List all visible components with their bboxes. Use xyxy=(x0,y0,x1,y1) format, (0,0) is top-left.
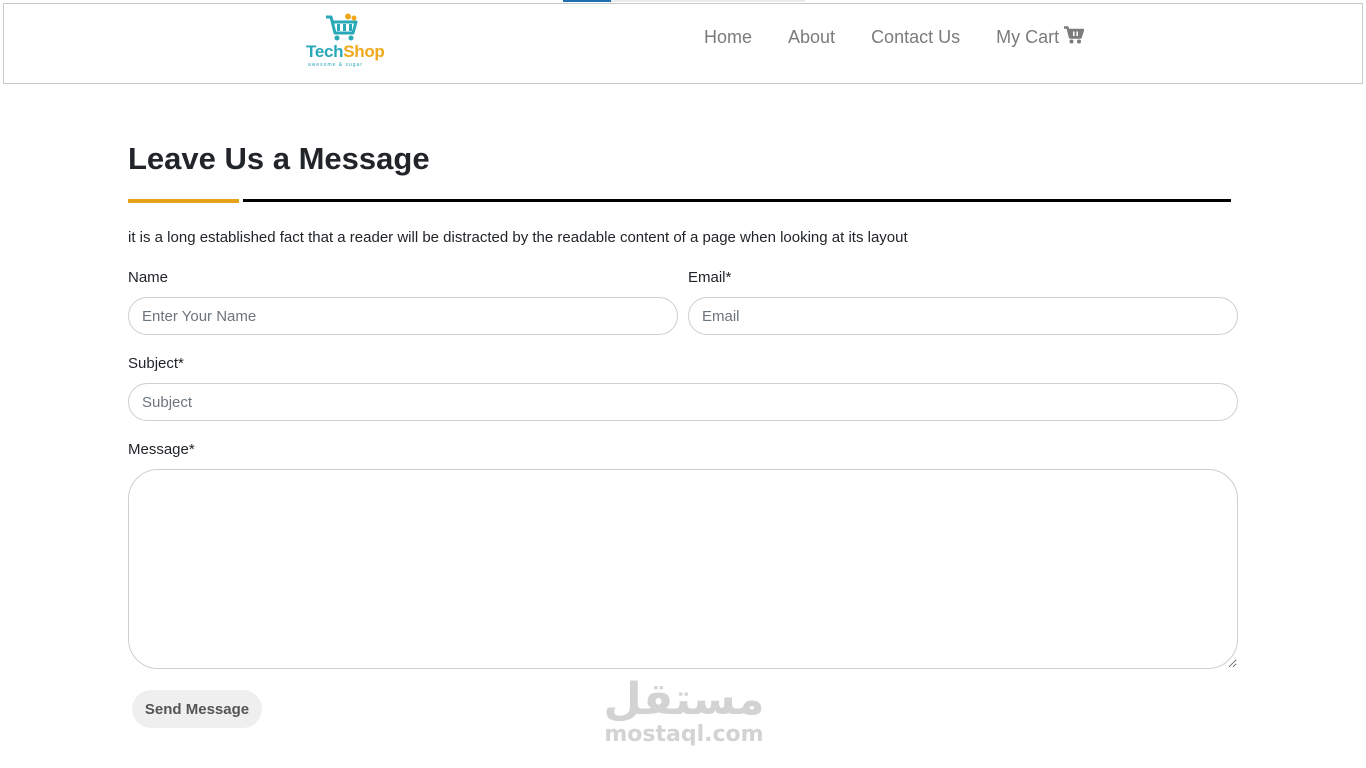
navbar: TechShop awesome & sugar Home About Cont… xyxy=(3,3,1363,84)
subject-input[interactable] xyxy=(128,383,1238,421)
name-label: Name xyxy=(128,269,169,286)
page-title: Leave Us a Message xyxy=(128,141,430,176)
watermark-arabic: مستقل xyxy=(603,674,765,725)
watermark: مستقل mostaql.com xyxy=(598,672,770,746)
title-underline xyxy=(128,199,1231,203)
nav-contact-link[interactable]: Contact Us xyxy=(871,27,960,48)
send-message-button[interactable]: Send Message xyxy=(132,690,262,728)
email-label: Email* xyxy=(688,269,732,286)
nav-home-link[interactable]: Home xyxy=(704,27,752,48)
brand-name: TechShop xyxy=(306,42,385,61)
nav-about-link[interactable]: About xyxy=(788,27,835,48)
name-input[interactable] xyxy=(128,297,678,335)
contact-section: Leave Us a Message it is a long establis… xyxy=(128,140,1238,728)
watermark-latin: mostaql.com xyxy=(604,722,764,747)
subject-label: Subject* xyxy=(128,355,184,372)
main-nav: Home About Contact Us My Cart xyxy=(704,26,1085,49)
cart-icon xyxy=(1064,26,1085,49)
email-input[interactable] xyxy=(688,297,1238,335)
shopping-cart-logo-icon xyxy=(326,13,358,41)
page: TechShop awesome & sugar Home About Cont… xyxy=(0,0,1366,768)
title-underline-rule xyxy=(243,199,1231,202)
scroll-progress xyxy=(563,0,805,2)
brand-logo[interactable]: TechShop awesome & sugar xyxy=(304,13,385,69)
brand-tagline: awesome & sugar xyxy=(308,62,364,68)
title-underline-accent xyxy=(128,199,239,203)
intro-text: it is a long established fact that a rea… xyxy=(128,229,908,246)
message-label: Message* xyxy=(128,441,195,458)
nav-cart-label: My Cart xyxy=(996,27,1060,47)
nav-cart-link[interactable]: My Cart xyxy=(996,26,1085,49)
message-textarea[interactable] xyxy=(128,469,1238,669)
